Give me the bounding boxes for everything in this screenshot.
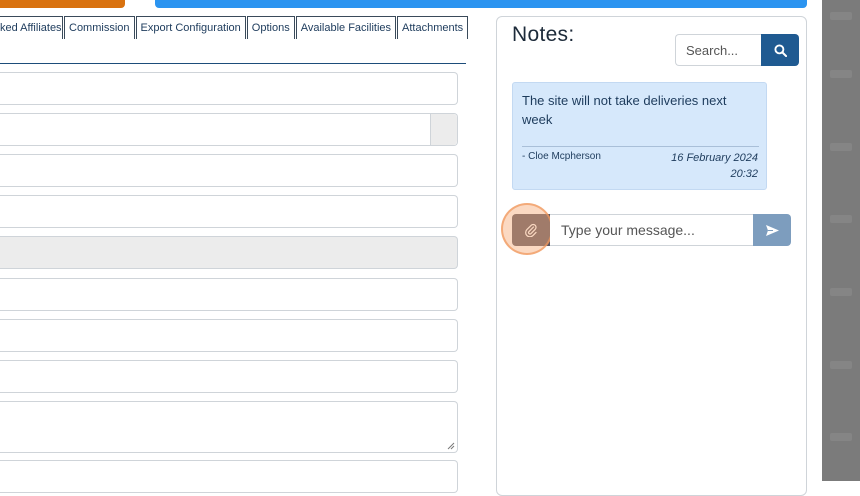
strip-cell <box>830 288 852 296</box>
form-field-2[interactable] <box>0 113 458 146</box>
form-field-1[interactable] <box>0 72 458 105</box>
tab-export-configuration[interactable]: Export Configuration <box>135 16 246 39</box>
strip-cell <box>830 143 852 151</box>
note-author: - Cloe Mcpherson <box>522 151 601 162</box>
paperclip-icon <box>525 223 537 237</box>
form-field-7[interactable] <box>0 319 458 352</box>
search-icon <box>773 43 787 57</box>
form-textarea[interactable] <box>0 401 458 453</box>
tab-available-facilities[interactable]: Available Facilities <box>295 16 397 39</box>
field-addon[interactable] <box>430 114 457 145</box>
note-divider <box>522 146 759 147</box>
notes-search-button[interactable] <box>761 34 799 66</box>
send-button[interactable] <box>753 214 791 246</box>
form-field-3[interactable] <box>0 154 458 187</box>
form-field-4[interactable] <box>0 195 458 228</box>
right-overlay-strip <box>822 0 860 481</box>
tab-commission[interactable]: Commission <box>64 16 135 39</box>
form-field-9[interactable] <box>0 460 458 493</box>
tab-underline <box>0 63 466 64</box>
tab-attachments[interactable]: Attachments <box>397 16 469 39</box>
note-date: 16 February 2024 <box>671 152 758 164</box>
resize-handle-icon[interactable] <box>447 442 455 450</box>
strip-cell <box>830 70 852 78</box>
note-text: The site will not take deliveries next w… <box>522 93 727 127</box>
note-timestamp: 16 February 2024 20:32 <box>671 150 758 182</box>
tab-bar: ked Affiliates Commission Export Configu… <box>0 16 469 40</box>
strip-cell <box>830 12 852 20</box>
notes-panel: Notes: The site will not take deliveries… <box>496 16 807 496</box>
attach-button[interactable] <box>512 214 550 246</box>
paper-plane-icon <box>765 224 779 236</box>
notes-title: Notes: <box>512 23 575 46</box>
strip-cell <box>830 433 852 441</box>
top-orange-button[interactable] <box>0 0 125 8</box>
note-time: 20:32 <box>730 168 758 180</box>
strip-cell <box>830 361 852 369</box>
note-card: The site will not take deliveries next w… <box>512 82 767 190</box>
strip-cell <box>830 215 852 223</box>
form-field-6[interactable] <box>0 278 458 311</box>
form-field-5-disabled <box>0 236 458 269</box>
notes-search-input[interactable] <box>675 34 761 66</box>
tab-options[interactable]: Options <box>246 16 295 39</box>
message-input[interactable] <box>550 214 753 246</box>
tab-linked-affiliates[interactable]: ked Affiliates <box>0 16 63 39</box>
top-blue-button[interactable] <box>155 0 807 8</box>
form-field-8[interactable] <box>0 360 458 393</box>
